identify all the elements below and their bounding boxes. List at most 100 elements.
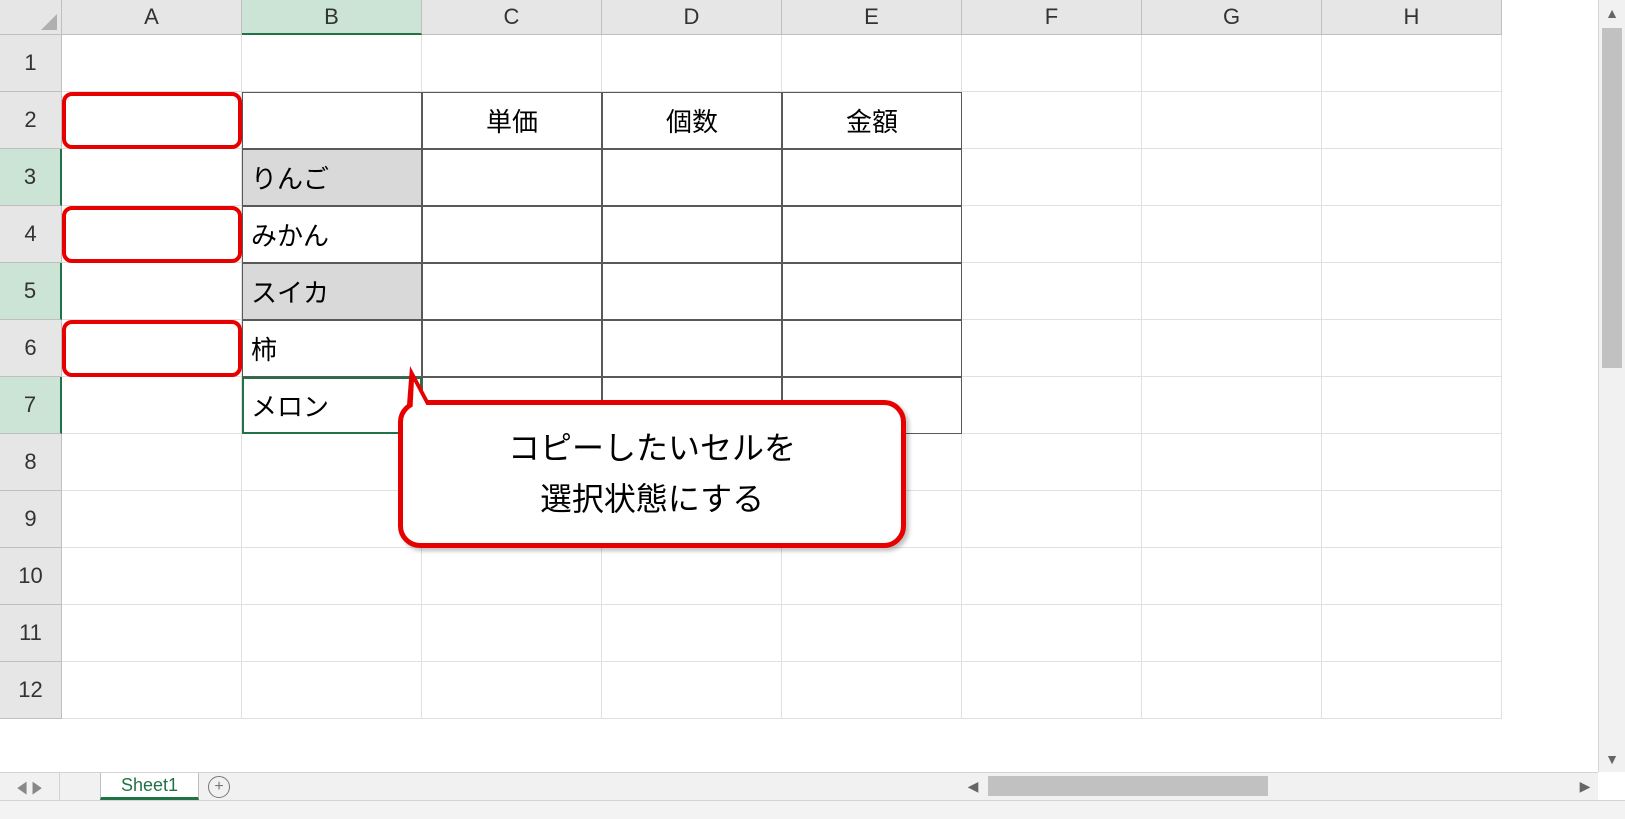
- cell-F1[interactable]: [962, 35, 1142, 92]
- horizontal-scrollbar[interactable]: ◀ ▶: [960, 772, 1598, 800]
- row-header-12[interactable]: 12: [0, 662, 62, 719]
- cell-G8[interactable]: [1142, 434, 1322, 491]
- cell-H10[interactable]: [1322, 548, 1502, 605]
- cell-F7[interactable]: [962, 377, 1142, 434]
- cell-B10[interactable]: [242, 548, 422, 605]
- cell-E3[interactable]: [782, 149, 962, 206]
- cell-H1[interactable]: [1322, 35, 1502, 92]
- cell-A5[interactable]: [62, 263, 242, 320]
- tab-nav-buttons[interactable]: ◀▶: [0, 773, 60, 800]
- cell-B6[interactable]: 柿: [242, 320, 422, 377]
- vscroll-thumb[interactable]: [1602, 28, 1622, 368]
- cell-H7[interactable]: [1322, 377, 1502, 434]
- cell-F2[interactable]: [962, 92, 1142, 149]
- cell-A8[interactable]: [62, 434, 242, 491]
- cell-B1[interactable]: [242, 35, 422, 92]
- cell-B3[interactable]: りんご: [242, 149, 422, 206]
- scroll-down-icon[interactable]: ▼: [1599, 746, 1625, 772]
- cell-F5[interactable]: [962, 263, 1142, 320]
- cell-B12[interactable]: [242, 662, 422, 719]
- cell-D11[interactable]: [602, 605, 782, 662]
- cell-B2[interactable]: [242, 92, 422, 149]
- cell-H4[interactable]: [1322, 206, 1502, 263]
- cell-E5[interactable]: [782, 263, 962, 320]
- cell-E4[interactable]: [782, 206, 962, 263]
- cell-C11[interactable]: [422, 605, 602, 662]
- cell-A2[interactable]: [62, 92, 242, 149]
- cell-B9[interactable]: [242, 491, 422, 548]
- cell-G12[interactable]: [1142, 662, 1322, 719]
- cell-A12[interactable]: [62, 662, 242, 719]
- cell-G5[interactable]: [1142, 263, 1322, 320]
- cell-E6[interactable]: [782, 320, 962, 377]
- vertical-scrollbar[interactable]: ▲ ▼: [1598, 0, 1625, 772]
- cell-E10[interactable]: [782, 548, 962, 605]
- cell-D2[interactable]: 個数: [602, 92, 782, 149]
- row-header-5[interactable]: 5: [0, 263, 62, 320]
- cell-H5[interactable]: [1322, 263, 1502, 320]
- vscroll-track[interactable]: [1599, 26, 1625, 746]
- scroll-up-icon[interactable]: ▲: [1599, 0, 1625, 26]
- hscroll-thumb[interactable]: [988, 776, 1268, 796]
- col-header-G[interactable]: G: [1142, 0, 1322, 35]
- hscroll-track[interactable]: [986, 773, 1572, 800]
- cell-D6[interactable]: [602, 320, 782, 377]
- cell-B5[interactable]: スイカ: [242, 263, 422, 320]
- add-sheet-button[interactable]: +: [199, 773, 239, 800]
- cell-G11[interactable]: [1142, 605, 1322, 662]
- col-header-H[interactable]: H: [1322, 0, 1502, 35]
- row-header-6[interactable]: 6: [0, 320, 62, 377]
- row-header-9[interactable]: 9: [0, 491, 62, 548]
- cell-D1[interactable]: [602, 35, 782, 92]
- col-header-B[interactable]: B: [242, 0, 422, 35]
- cell-A3[interactable]: [62, 149, 242, 206]
- cell-H2[interactable]: [1322, 92, 1502, 149]
- cell-B8[interactable]: [242, 434, 422, 491]
- cell-D5[interactable]: [602, 263, 782, 320]
- cell-D10[interactable]: [602, 548, 782, 605]
- cell-D3[interactable]: [602, 149, 782, 206]
- cell-D12[interactable]: [602, 662, 782, 719]
- col-header-F[interactable]: F: [962, 0, 1142, 35]
- cell-H12[interactable]: [1322, 662, 1502, 719]
- cell-E12[interactable]: [782, 662, 962, 719]
- row-header-10[interactable]: 10: [0, 548, 62, 605]
- cell-A10[interactable]: [62, 548, 242, 605]
- cell-F9[interactable]: [962, 491, 1142, 548]
- col-header-C[interactable]: C: [422, 0, 602, 35]
- cell-B4[interactable]: みかん: [242, 206, 422, 263]
- cell-A9[interactable]: [62, 491, 242, 548]
- cell-F11[interactable]: [962, 605, 1142, 662]
- cell-B11[interactable]: [242, 605, 422, 662]
- cell-F10[interactable]: [962, 548, 1142, 605]
- row-header-3[interactable]: 3: [0, 149, 62, 206]
- cell-H3[interactable]: [1322, 149, 1502, 206]
- cell-A7[interactable]: [62, 377, 242, 434]
- row-header-1[interactable]: 1: [0, 35, 62, 92]
- row-header-7[interactable]: 7: [0, 377, 62, 434]
- cell-G1[interactable]: [1142, 35, 1322, 92]
- cell-E1[interactable]: [782, 35, 962, 92]
- cell-C3[interactable]: [422, 149, 602, 206]
- cell-C2[interactable]: 単価: [422, 92, 602, 149]
- cell-E11[interactable]: [782, 605, 962, 662]
- sheet-tab-active[interactable]: Sheet1: [100, 773, 199, 800]
- cell-A1[interactable]: [62, 35, 242, 92]
- cell-C6[interactable]: [422, 320, 602, 377]
- col-header-E[interactable]: E: [782, 0, 962, 35]
- cell-C1[interactable]: [422, 35, 602, 92]
- cell-E2[interactable]: 金額: [782, 92, 962, 149]
- cell-G4[interactable]: [1142, 206, 1322, 263]
- cell-G10[interactable]: [1142, 548, 1322, 605]
- cell-F6[interactable]: [962, 320, 1142, 377]
- cell-F8[interactable]: [962, 434, 1142, 491]
- scroll-right-icon[interactable]: ▶: [1572, 773, 1598, 800]
- cell-H8[interactable]: [1322, 434, 1502, 491]
- cell-F3[interactable]: [962, 149, 1142, 206]
- cell-A4[interactable]: [62, 206, 242, 263]
- cell-G3[interactable]: [1142, 149, 1322, 206]
- row-header-4[interactable]: 4: [0, 206, 62, 263]
- cell-H6[interactable]: [1322, 320, 1502, 377]
- cell-F12[interactable]: [962, 662, 1142, 719]
- cell-D4[interactable]: [602, 206, 782, 263]
